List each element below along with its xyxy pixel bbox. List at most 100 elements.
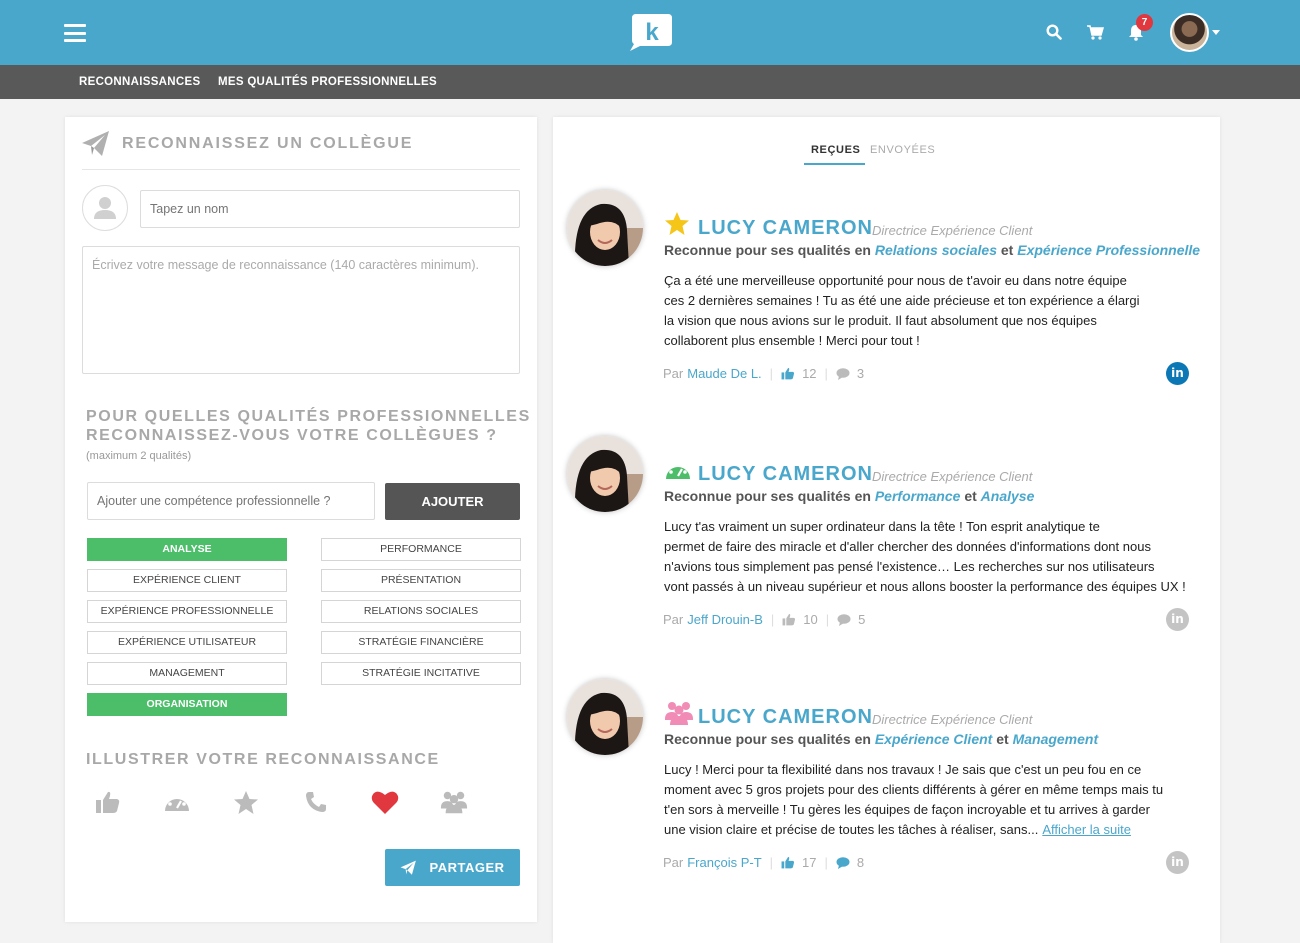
- recipient-name[interactable]: LUCY CAMERON: [698, 706, 873, 729]
- linkedin-icon[interactable]: in: [1166, 608, 1189, 631]
- user-avatar[interactable]: [1170, 13, 1209, 52]
- by-label: Par: [663, 612, 684, 627]
- linkedin-icon[interactable]: in: [1166, 851, 1189, 874]
- quality-tag[interactable]: PRÉSENTATION: [321, 569, 521, 592]
- message-line: n'avions tous simplement pas pensé l'exi…: [664, 559, 1155, 574]
- message-line: Lucy ! Merci pour ta flexibilité dans no…: [664, 762, 1142, 777]
- quality-tag[interactable]: EXPÉRIENCE UTILISATEUR: [87, 631, 287, 654]
- menu-icon[interactable]: [64, 24, 86, 42]
- app-logo[interactable]: k: [630, 12, 673, 52]
- quality-link[interactable]: Analyse: [981, 488, 1035, 504]
- message-line: une vision claire et précise de toutes l…: [664, 822, 1039, 837]
- message-line: la vision que nous avions sur le produit…: [664, 313, 1097, 328]
- qualities-note: (maximum 2 qualités): [86, 450, 192, 462]
- chevron-down-icon[interactable]: [1212, 30, 1220, 35]
- gauge-icon[interactable]: [163, 788, 191, 816]
- recipient-role: Directrice Expérience Client: [872, 712, 1033, 727]
- recognition-message: Lucy ! Merci pour ta flexibilité dans no…: [664, 760, 1204, 840]
- recipient-avatar[interactable]: [567, 436, 643, 512]
- recipient-name-input[interactable]: [140, 190, 520, 228]
- comments-count: 3: [856, 366, 865, 381]
- qualities-prefix: Reconnue pour ses qualités en: [664, 731, 871, 747]
- qualities-prefix: Reconnue pour ses qualités en: [664, 242, 871, 258]
- thumbs-up-icon[interactable]: [781, 856, 795, 869]
- recognition-message: Ça a été une merveilleuse opportunité po…: [664, 271, 1204, 351]
- quality-tag[interactable]: STRATÉGIE FINANCIÈRE: [321, 631, 521, 654]
- quality-tag[interactable]: ANALYSE: [87, 538, 287, 561]
- quality-link[interactable]: Expérience Professionnelle: [1017, 242, 1200, 258]
- skill-input[interactable]: [87, 482, 375, 520]
- divider: |: [824, 366, 828, 381]
- nav-qualites-professionnelles[interactable]: MES QUALITÉS PROFESSIONNELLES: [218, 76, 437, 88]
- compose-title: RECONNAISSEZ UN COLLÈGUE: [122, 135, 414, 152]
- active-tab-underline: [804, 163, 865, 165]
- quality-link[interactable]: Management: [1013, 731, 1099, 747]
- read-more-link[interactable]: Afficher la suite: [1042, 822, 1131, 837]
- card-meta: Par Jeff Drouin-B | 10 | 5: [663, 612, 865, 627]
- message-textarea[interactable]: Écrivez votre message de reconnaissance …: [82, 246, 520, 374]
- author-link[interactable]: Jeff Drouin-B: [687, 612, 763, 627]
- likes-count: 10: [803, 612, 818, 627]
- message-line: vont passés à un niveau supérieur et nou…: [664, 579, 1186, 594]
- tab-envoyees[interactable]: ENVOYÉES: [870, 144, 935, 156]
- recognition-message: Lucy t'as vraiment un super ordinateur d…: [664, 517, 1204, 597]
- comment-icon[interactable]: [836, 856, 850, 869]
- message-line: collaborent plus ensemble ! Merci pour t…: [664, 333, 920, 348]
- recipient-name[interactable]: LUCY CAMERON: [698, 463, 873, 486]
- recipient-avatar-placeholder: [82, 185, 128, 231]
- quality-link[interactable]: Expérience Client: [875, 731, 993, 747]
- quality-link[interactable]: Relations sociales: [875, 242, 997, 258]
- qualities-title-line1: POUR QUELLES QUALITÉS PROFESSIONNELLES: [86, 408, 531, 425]
- recipient-role: Directrice Expérience Client: [872, 223, 1033, 238]
- comments-count: 5: [858, 612, 866, 627]
- star-icon: [664, 211, 690, 241]
- qualities-line: Reconnue pour ses qualités en Performanc…: [664, 488, 1034, 504]
- share-button[interactable]: PARTAGER: [385, 849, 520, 886]
- qualities-prefix: Reconnue pour ses qualités en: [664, 488, 871, 504]
- star-icon[interactable]: [232, 788, 260, 816]
- gauge-icon: [664, 457, 692, 488]
- quality-tag[interactable]: EXPÉRIENCE PROFESSIONNELLE: [87, 600, 287, 623]
- author-link[interactable]: François P-T: [687, 855, 761, 870]
- group-icon[interactable]: [440, 788, 468, 816]
- comment-icon[interactable]: [836, 367, 850, 380]
- quality-tag[interactable]: ORGANISATION: [87, 693, 287, 716]
- tab-recues[interactable]: REÇUES: [811, 144, 860, 156]
- cart-icon[interactable]: [1085, 22, 1105, 42]
- quality-link[interactable]: Performance: [875, 488, 961, 504]
- user-icon: [94, 197, 116, 219]
- divider: |: [769, 366, 774, 381]
- quality-tag[interactable]: STRATÉGIE INCITATIVE: [321, 662, 521, 685]
- qualities-line: Reconnue pour ses qualités en Relations …: [664, 242, 1200, 258]
- message-line: permet de faire des miracle et d'aller c…: [664, 539, 1151, 554]
- paper-plane-icon: [81, 130, 111, 163]
- group-icon: [664, 700, 694, 731]
- quality-tag[interactable]: RELATIONS SOCIALES: [321, 600, 521, 623]
- heart-icon[interactable]: [371, 788, 399, 816]
- add-skill-button[interactable]: AJOUTER: [385, 483, 520, 520]
- qualities-title-line2: RECONNAISSEZ-VOUS VOTRE COLLÈGUES ?: [86, 427, 498, 444]
- quality-tag[interactable]: PERFORMANCE: [321, 538, 521, 561]
- quality-tag[interactable]: MANAGEMENT: [87, 662, 287, 685]
- nav-reconnaissances[interactable]: RECONNAISSANCES: [79, 76, 200, 88]
- comment-icon[interactable]: [837, 613, 851, 626]
- divider: |: [825, 612, 830, 627]
- author-link[interactable]: Maude De L.: [687, 366, 761, 381]
- qualities-line: Reconnue pour ses qualités en Expérience…: [664, 731, 1098, 747]
- thumbs-up-icon[interactable]: [782, 613, 796, 626]
- message-placeholder: Écrivez votre message de reconnaissance …: [92, 258, 479, 272]
- quality-tag[interactable]: EXPÉRIENCE CLIENT: [87, 569, 287, 592]
- conjunction: et: [964, 488, 977, 504]
- phone-icon[interactable]: [302, 788, 330, 816]
- divider: |: [769, 855, 774, 870]
- card-meta: Par Maude De L. | 12 | 3: [663, 366, 864, 381]
- thumbs-up-icon[interactable]: [94, 788, 122, 816]
- logo-letter: k: [645, 19, 659, 46]
- thumbs-up-icon[interactable]: [781, 367, 795, 380]
- linkedin-icon[interactable]: in: [1166, 362, 1189, 385]
- message-line: t'en sors à merveille ! Tu gères les équ…: [664, 802, 1150, 817]
- search-icon[interactable]: [1044, 22, 1064, 42]
- recipient-avatar[interactable]: [567, 190, 643, 266]
- recipient-name[interactable]: LUCY CAMERON: [698, 217, 873, 240]
- recipient-avatar[interactable]: [567, 679, 643, 755]
